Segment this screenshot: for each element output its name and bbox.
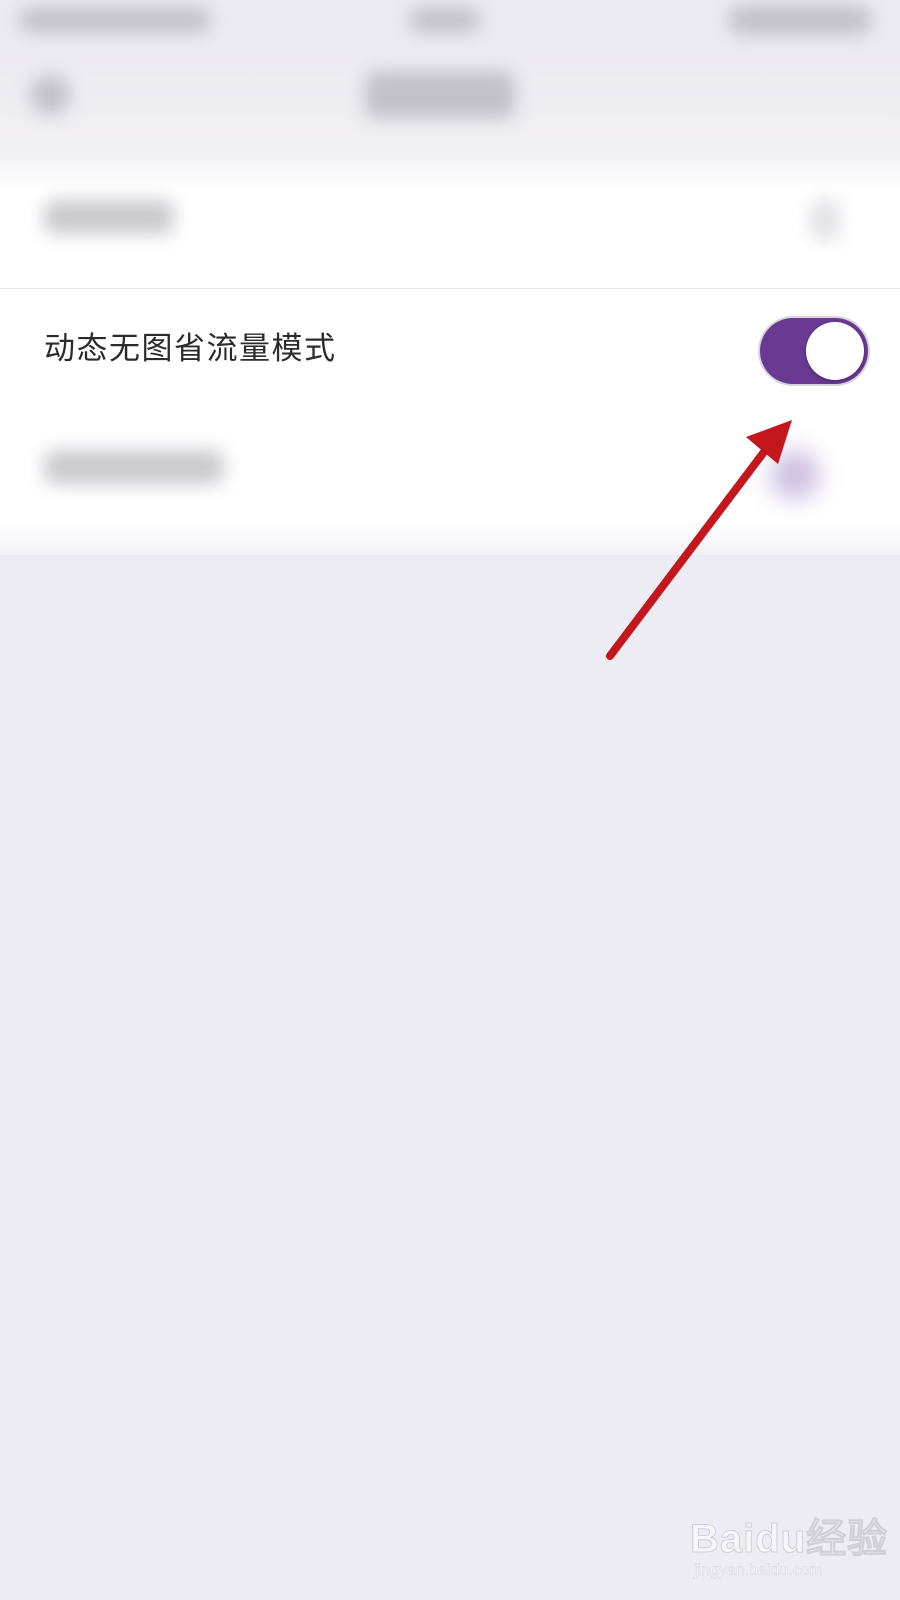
- back-icon[interactable]: [30, 75, 70, 115]
- status-center-blurred: [410, 8, 480, 32]
- status-time-blurred: [20, 8, 210, 32]
- toggle-blurred: [770, 450, 820, 500]
- setting-row-no-image-mode[interactable]: 动态无图省流量模式: [0, 296, 900, 406]
- page-title-blurred: [365, 72, 515, 118]
- watermark-logo: Baidu经验: [689, 1517, 889, 1562]
- setting-row-blurred-bottom[interactable]: [44, 450, 224, 484]
- setting-label: 动态无图省流量模式: [44, 331, 337, 367]
- card-fade-bottom: [0, 520, 900, 570]
- setting-row-blurred-top[interactable]: [44, 200, 174, 234]
- status-icons-blurred: [730, 6, 870, 34]
- divider: [0, 288, 900, 289]
- card-fade-top: [0, 150, 900, 190]
- nav-bar: [0, 50, 900, 160]
- status-bar: [0, 0, 900, 50]
- toggle-knob: [806, 322, 864, 380]
- watermark-url: jingyan.baidu.com: [694, 1562, 823, 1579]
- watermark: Baidu经验 jingyan.baidu.com: [689, 1500, 890, 1590]
- chevron-right-icon: [810, 200, 840, 240]
- data-saver-toggle[interactable]: [760, 318, 868, 384]
